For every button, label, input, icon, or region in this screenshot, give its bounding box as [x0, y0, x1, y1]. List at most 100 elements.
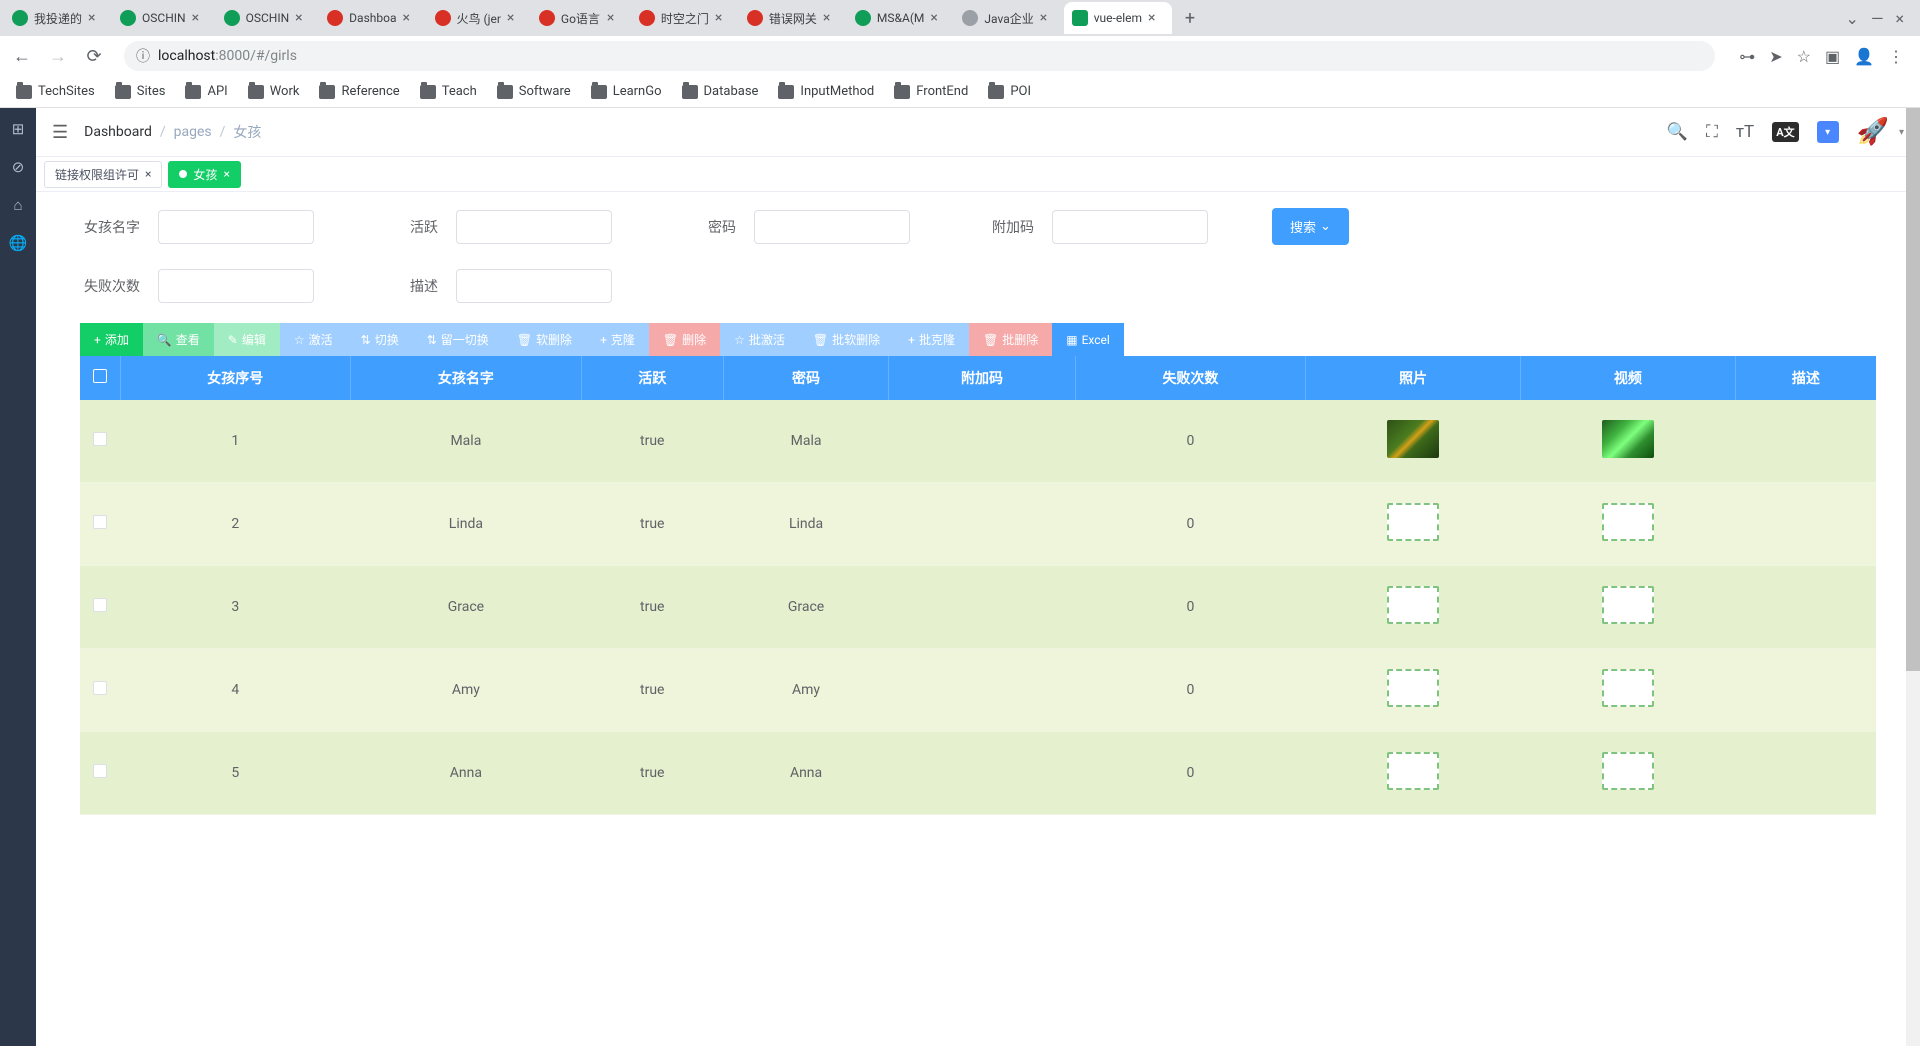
photo-thumb[interactable] [1387, 420, 1439, 458]
rail-404-icon[interactable]: ⊘ [12, 158, 25, 176]
bookmark-item[interactable]: FrontEnd [886, 80, 976, 103]
bookmark-item[interactable]: Teach [412, 80, 485, 103]
browser-tab[interactable]: Dashboa× [319, 2, 426, 34]
scrollbar[interactable] [1906, 108, 1920, 1046]
tab-close-icon[interactable]: × [507, 10, 523, 26]
video-thumb[interactable] [1602, 752, 1654, 790]
row-checkbox[interactable] [93, 598, 107, 612]
row-checkbox[interactable] [93, 681, 107, 695]
browser-tab[interactable]: 我投递的× [4, 2, 112, 34]
bookmark-item[interactable]: Software [489, 80, 579, 103]
column-header[interactable]: 附加码 [889, 356, 1075, 400]
user-caret-icon[interactable]: ▾ [1899, 127, 1904, 138]
tab-close-icon[interactable]: × [823, 10, 839, 26]
row-checkbox[interactable] [93, 432, 107, 446]
reader-icon[interactable]: ▣ [1825, 47, 1840, 66]
切换-button[interactable]: ⇅切换 [347, 323, 413, 356]
描述-input[interactable] [456, 269, 612, 303]
select-all-checkbox[interactable] [93, 369, 107, 383]
tab-close-icon[interactable]: × [715, 10, 731, 26]
column-header[interactable]: 视频 [1521, 356, 1736, 400]
profile-icon[interactable]: 👤 [1854, 47, 1874, 66]
查看-button[interactable]: 🔍查看 [143, 323, 214, 356]
bookmark-item[interactable]: LearnGo [583, 80, 670, 103]
column-header[interactable]: 照片 [1306, 356, 1521, 400]
附加码-input[interactable] [1052, 210, 1208, 244]
url-input[interactable]: ⓘ localhost:8000/#/girls [124, 41, 1715, 71]
tab-close-icon[interactable]: × [1148, 10, 1164, 26]
back-button[interactable]: ← [8, 42, 36, 70]
photo-thumb[interactable] [1387, 586, 1439, 624]
tab-close-icon[interactable]: × [607, 10, 623, 26]
tab-close-icon[interactable]: × [403, 10, 419, 26]
column-header[interactable]: 女孩序号 [120, 356, 351, 400]
活跃-input[interactable] [456, 210, 612, 244]
bookmark-item[interactable]: Database [674, 80, 767, 103]
page-tab[interactable]: 女孩× [168, 161, 240, 188]
column-header[interactable]: 密码 [723, 356, 888, 400]
tab-close-icon[interactable]: × [223, 167, 229, 181]
添加-button[interactable]: +添加 [80, 323, 143, 356]
search-button[interactable]: 搜索 ⌄ [1272, 208, 1349, 245]
tab-close-icon[interactable]: × [145, 167, 151, 181]
table-row[interactable]: 5 Anna true Anna 0 [80, 732, 1876, 815]
rocket-icon[interactable]: 🚀 [1857, 117, 1889, 147]
video-thumb[interactable] [1602, 420, 1654, 458]
video-thumb[interactable] [1602, 503, 1654, 541]
fullscreen-icon[interactable]: ⛶ [1706, 122, 1718, 142]
table-row[interactable]: 4 Amy true Amy 0 [80, 649, 1876, 732]
reload-button[interactable]: ⟳ [80, 42, 108, 70]
browser-tab[interactable]: Go语言× [531, 2, 631, 34]
bookmark-item[interactable]: Work [240, 80, 308, 103]
bookmark-item[interactable]: Reference [311, 80, 407, 103]
row-checkbox[interactable] [93, 764, 107, 778]
tab-close-icon[interactable]: × [1040, 10, 1056, 26]
photo-thumb[interactable] [1387, 503, 1439, 541]
language-switcher[interactable]: A文 [1772, 122, 1798, 142]
browser-tab[interactable]: OSCHIN× [112, 2, 216, 34]
browser-tab[interactable]: vue-elem× [1064, 2, 1172, 34]
search-icon[interactable]: 🔍 [1667, 122, 1688, 142]
删除-button[interactable]: 🗑删除 [649, 323, 720, 356]
photo-thumb[interactable] [1387, 752, 1439, 790]
留一切换-button[interactable]: ⇅留一切换 [413, 323, 503, 356]
批删除-button[interactable]: 🗑批删除 [969, 323, 1052, 356]
批软删除-button[interactable]: 🗑批软删除 [799, 323, 894, 356]
photo-thumb[interactable] [1387, 669, 1439, 707]
browser-tab[interactable]: MS&A(M× [847, 2, 954, 34]
browser-tab[interactable]: OSCHIN× [216, 2, 320, 34]
theme-badge[interactable]: ▾ [1817, 121, 1839, 143]
scrollbar-thumb[interactable] [1906, 108, 1920, 671]
tab-close-icon[interactable]: × [295, 10, 311, 26]
hamburger-icon[interactable]: ☰ [52, 122, 68, 143]
批克隆-button[interactable]: +批克隆 [894, 323, 969, 356]
send-icon[interactable]: ➤ [1769, 47, 1782, 66]
new-tab-button[interactable]: + [1176, 4, 1204, 32]
bookmark-item[interactable]: API [177, 80, 235, 103]
激活-button[interactable]: ☆激活 [280, 323, 347, 356]
browser-tab[interactable]: 时空之门× [631, 2, 739, 34]
column-header[interactable]: 女孩名字 [351, 356, 582, 400]
forward-button[interactable]: → [44, 42, 72, 70]
table-row[interactable]: 2 Linda true Linda 0 [80, 483, 1876, 566]
menu-icon[interactable]: ⋮ [1888, 47, 1904, 66]
fontsize-icon[interactable]: тT [1736, 122, 1754, 142]
bookmark-item[interactable]: POI [980, 80, 1039, 103]
breadcrumb-item[interactable]: Dashboard [84, 124, 152, 140]
女孩名字-input[interactable] [158, 210, 314, 244]
密码-input[interactable] [754, 210, 910, 244]
browser-tab[interactable]: 错误网关× [739, 2, 847, 34]
Excel-button[interactable]: ▦Excel [1052, 323, 1124, 356]
tab-close-icon[interactable]: × [192, 10, 208, 26]
bookmark-item[interactable]: Sites [107, 80, 174, 103]
table-row[interactable]: 3 Grace true Grace 0 [80, 566, 1876, 649]
key-icon[interactable]: ⊶ [1739, 47, 1755, 66]
page-tab[interactable]: 链接权限组许可× [44, 161, 162, 188]
table-row[interactable]: 1 Mala true Mala 0 [80, 400, 1876, 483]
bookmark-item[interactable]: InputMethod [770, 80, 882, 103]
bookmark-item[interactable]: TechSites [8, 80, 103, 103]
column-header[interactable]: 失败次数 [1075, 356, 1306, 400]
克隆-button[interactable]: +克隆 [586, 323, 649, 356]
row-checkbox[interactable] [93, 515, 107, 529]
rail-globe-icon[interactable]: 🌐 [9, 234, 28, 252]
